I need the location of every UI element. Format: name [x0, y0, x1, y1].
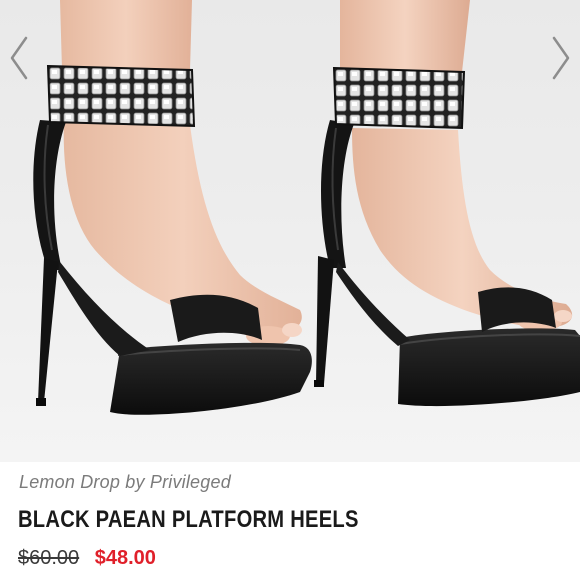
- product-photo[interactable]: [0, 0, 580, 462]
- left-stiletto: [38, 258, 58, 402]
- right-stiletto: [316, 256, 334, 384]
- brand-line[interactable]: Lemon Drop by Privileged: [19, 472, 231, 493]
- price-row: $60.00 $48.00: [18, 547, 156, 570]
- left-heel-counter: [33, 120, 66, 270]
- sale-price: $48.00: [94, 547, 156, 569]
- original-price: $60.00: [18, 547, 80, 569]
- left-ankle-cuff: [46, 64, 196, 128]
- listing-card: Lemon Drop by Privileged BLACK PAEAN PLA…: [0, 0, 580, 580]
- right-leg: [340, 0, 470, 72]
- product-image: [33, 0, 580, 415]
- left-leg: [60, 0, 192, 70]
- listing-title[interactable]: BLACK PAEAN PLATFORM HEELS: [18, 506, 359, 534]
- chevron-right-icon[interactable]: [548, 34, 574, 82]
- right-ankle-cuff: [332, 66, 466, 130]
- listing-info: Lemon Drop by Privileged BLACK PAEAN PLA…: [0, 462, 580, 580]
- chevron-left-icon[interactable]: [6, 34, 32, 82]
